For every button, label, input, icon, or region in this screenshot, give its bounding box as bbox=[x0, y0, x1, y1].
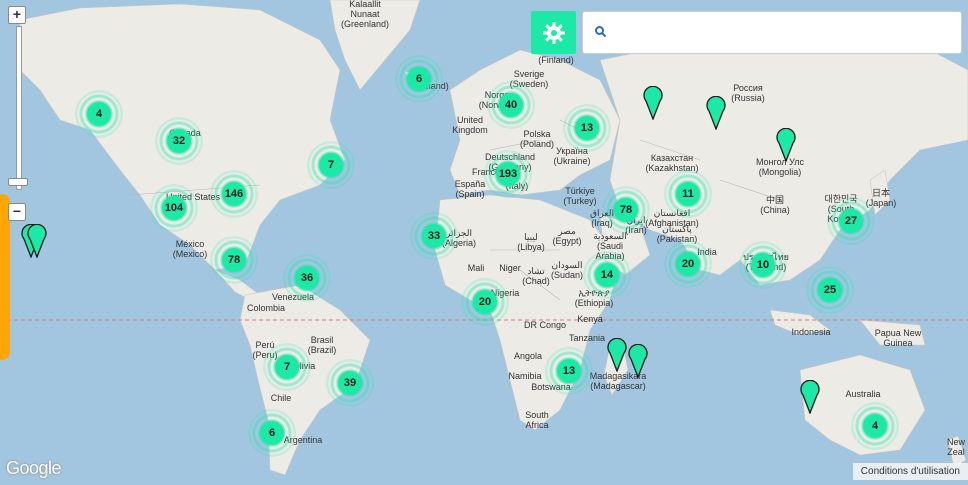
country-label-kenya: Kenya bbox=[577, 314, 603, 324]
country-label-colombia: Colombia bbox=[246, 303, 286, 313]
country-label-niger: Niger bbox=[499, 263, 521, 273]
marker-cluster[interactable]: 27 bbox=[827, 197, 875, 245]
marker-cluster[interactable]: 4 bbox=[75, 90, 123, 138]
cluster-count: 36 bbox=[295, 266, 319, 290]
cluster-count: 7 bbox=[275, 355, 299, 379]
map-pin[interactable] bbox=[607, 338, 627, 372]
country-label-china: 中国 (China) bbox=[760, 195, 790, 215]
zoom-slider-handle[interactable] bbox=[8, 178, 28, 186]
country-label-uk: United Kingdom bbox=[452, 115, 488, 135]
cluster-count: 20 bbox=[473, 290, 497, 314]
cluster-count: 13 bbox=[557, 359, 581, 383]
country-label-chile: Chile bbox=[270, 393, 292, 403]
world-map[interactable] bbox=[0, 0, 968, 480]
country-label-espana: España (Spain) bbox=[454, 179, 486, 199]
map-pin[interactable] bbox=[800, 380, 820, 414]
marker-cluster[interactable]: 6 bbox=[248, 409, 296, 457]
country-label-brasil: Brasil (Brazil) bbox=[307, 335, 337, 355]
country-label-kalaallit: Kalaallit Nunaat (Greenland) bbox=[340, 0, 390, 29]
map-tiles bbox=[0, 0, 968, 480]
cluster-count: 20 bbox=[676, 252, 700, 276]
cluster-count: 6 bbox=[260, 421, 284, 445]
search-icon bbox=[595, 26, 607, 38]
marker-cluster[interactable]: 78 bbox=[210, 236, 258, 284]
gear-icon bbox=[542, 21, 565, 44]
terms-link[interactable]: Conditions d'utilisation bbox=[852, 463, 968, 480]
country-label-png: Papua New Guinea bbox=[874, 328, 922, 348]
country-label-mali: Mali bbox=[467, 263, 485, 273]
cluster-count: 39 bbox=[338, 371, 362, 395]
cluster-count: 6 bbox=[407, 67, 431, 91]
country-label-australia: Australia bbox=[845, 389, 881, 399]
zoom-in-button[interactable]: + bbox=[8, 6, 26, 24]
zoom-out-button[interactable]: − bbox=[8, 203, 26, 221]
google-logo: Google bbox=[6, 458, 62, 478]
cluster-count: 7 bbox=[319, 153, 343, 177]
map-pin[interactable] bbox=[706, 96, 726, 130]
marker-cluster[interactable]: 78 bbox=[602, 186, 650, 234]
map-pin[interactable] bbox=[628, 344, 648, 378]
country-label-namibia: Namibia bbox=[508, 371, 542, 381]
country-label-tanzania: Tanzania bbox=[568, 333, 606, 343]
cluster-count: 32 bbox=[167, 129, 191, 153]
country-label-mexico: México (Mexico) bbox=[172, 239, 208, 259]
marker-cluster[interactable]: 13 bbox=[545, 347, 593, 395]
marker-cluster[interactable]: 7 bbox=[263, 343, 311, 391]
cluster-count: 14 bbox=[595, 263, 619, 287]
country-label-sudan: السودان (Sudan) bbox=[550, 260, 584, 280]
country-label-egypt: مصر (Egypt) bbox=[552, 226, 582, 246]
cluster-count: 10 bbox=[751, 253, 775, 277]
cluster-count: 40 bbox=[499, 93, 523, 117]
cluster-count: 11 bbox=[676, 182, 700, 206]
search-box bbox=[582, 11, 962, 54]
marker-cluster[interactable]: 13 bbox=[563, 104, 611, 152]
settings-button[interactable] bbox=[531, 11, 576, 54]
marker-cluster[interactable]: 36 bbox=[283, 254, 331, 302]
country-label-polska: Polska (Poland) bbox=[519, 129, 555, 149]
cluster-count: 25 bbox=[818, 278, 842, 302]
cluster-count: 104 bbox=[162, 196, 186, 220]
country-label-libya: ليبيا (Libya) bbox=[517, 232, 545, 252]
cluster-count: 146 bbox=[222, 182, 246, 206]
cluster-count: 33 bbox=[422, 224, 446, 248]
map-pin[interactable] bbox=[27, 224, 47, 258]
marker-cluster[interactable]: 20 bbox=[664, 240, 712, 288]
marker-cluster[interactable]: 40 bbox=[487, 81, 535, 129]
country-label-newzealand: New Zeal bbox=[946, 437, 966, 457]
cluster-count: 4 bbox=[863, 414, 887, 438]
map-pin[interactable] bbox=[776, 128, 796, 162]
marker-cluster[interactable]: 39 bbox=[326, 359, 374, 407]
country-label-drcongo: DR Congo bbox=[523, 320, 567, 330]
country-label-japan: 日本 (Japan) bbox=[865, 188, 897, 208]
marker-cluster[interactable]: 104 bbox=[150, 184, 198, 232]
country-label-finland: (Finland) bbox=[538, 55, 574, 65]
marker-cluster[interactable]: 4 bbox=[851, 402, 899, 450]
marker-cluster[interactable]: 14 bbox=[583, 251, 631, 299]
marker-cluster[interactable]: 25 bbox=[806, 266, 854, 314]
marker-cluster[interactable]: 20 bbox=[461, 278, 509, 326]
country-label-indonesia: Indonesia bbox=[791, 327, 831, 337]
country-label-angola: Angola bbox=[513, 351, 543, 361]
cluster-count: 13 bbox=[575, 116, 599, 140]
cluster-count: 27 bbox=[839, 209, 863, 233]
map-pin[interactable] bbox=[643, 86, 663, 120]
country-label-turkiye: Türkiye (Turkey) bbox=[563, 186, 597, 206]
marker-cluster[interactable]: 10 bbox=[739, 241, 787, 289]
marker-cluster[interactable]: 146 bbox=[210, 170, 258, 218]
country-label-southafrica: South Africa bbox=[525, 410, 549, 430]
marker-cluster[interactable]: 6 bbox=[395, 55, 443, 103]
cluster-count: 78 bbox=[614, 198, 638, 222]
zoom-slider-track[interactable] bbox=[16, 26, 22, 190]
cluster-count: 193 bbox=[496, 162, 520, 186]
marker-cluster[interactable]: 11 bbox=[664, 170, 712, 218]
marker-cluster[interactable]: 33 bbox=[410, 212, 458, 260]
cluster-count: 78 bbox=[222, 248, 246, 272]
marker-cluster[interactable]: 32 bbox=[155, 117, 203, 165]
search-input[interactable] bbox=[617, 20, 951, 46]
cluster-count: 4 bbox=[87, 102, 111, 126]
country-label-chad: تشاد (Chad) bbox=[522, 266, 550, 286]
country-label-rossiya: Россия (Russia) bbox=[731, 83, 765, 103]
marker-cluster[interactable]: 7 bbox=[307, 141, 355, 189]
marker-cluster[interactable]: 193 bbox=[484, 150, 532, 198]
